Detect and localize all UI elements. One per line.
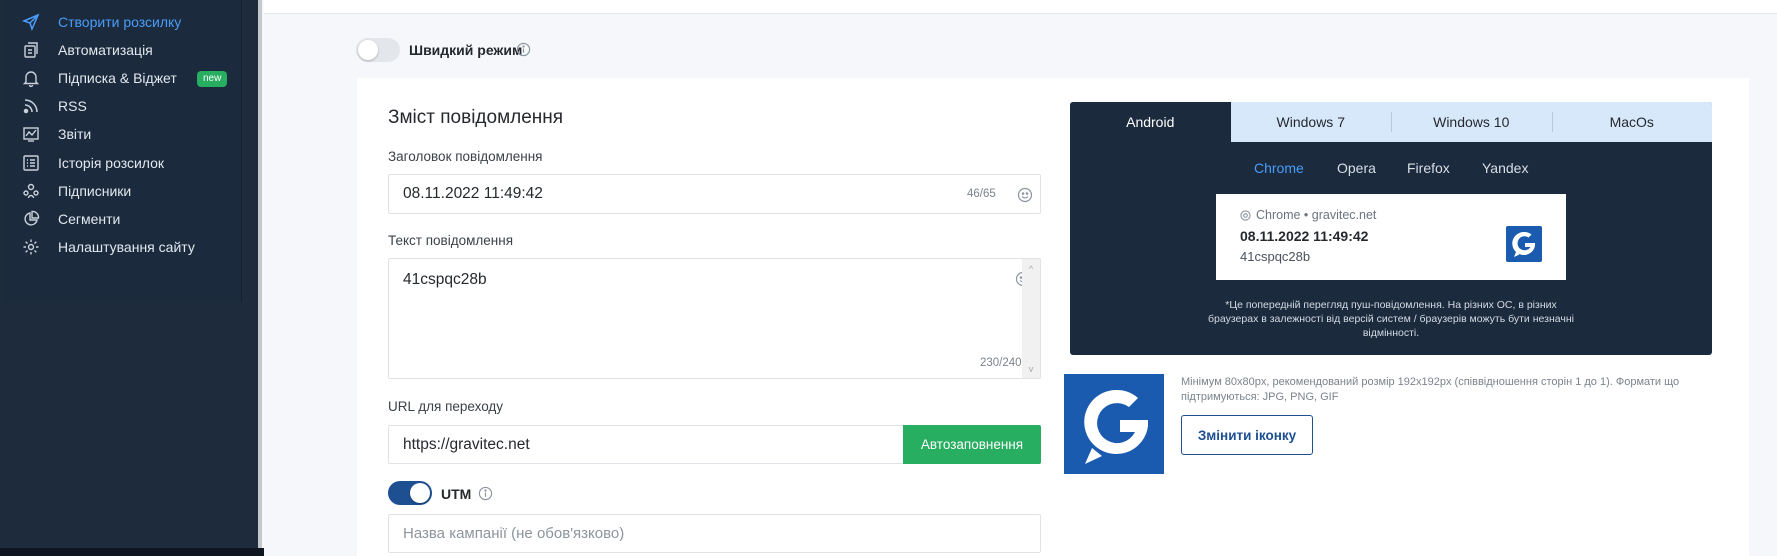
tab-windows-7[interactable]: Windows 7 — [1231, 102, 1392, 142]
utm-label: UTM — [441, 486, 472, 502]
chrome-icon — [1240, 209, 1251, 221]
title-value: 08.11.2022 11:49:42 — [403, 185, 543, 202]
tab-android[interactable]: Android — [1070, 102, 1231, 142]
sidebar-item-label: Сегменти — [58, 211, 121, 227]
reports-icon — [22, 125, 40, 143]
automation-icon — [22, 41, 40, 59]
sidebar-menu: Створити розсилку Автоматизація Підписка… — [4, 0, 242, 302]
url-input[interactable]: https://gravitec.net — [388, 425, 904, 464]
new-badge: new — [197, 71, 228, 87]
sidebar-item-label: Підписники — [58, 183, 132, 199]
title-counter: 46/65 — [967, 188, 996, 200]
push-preview: Android Windows 7 Windows 10 MacOs Chrom… — [1070, 102, 1712, 355]
change-icon-button[interactable]: Змінити іконку — [1181, 415, 1313, 455]
preview-note: *Це попередній перегляд пуш-повідомлення… — [1208, 299, 1574, 339]
sidebar-item-reports[interactable]: Звіти — [4, 118, 242, 150]
url-value: https://gravitec.net — [403, 436, 530, 453]
bell-icon — [22, 69, 40, 87]
sidebar-scrollbar[interactable] — [258, 0, 262, 548]
notification-title: 08.11.2022 11:49:42 — [1240, 228, 1369, 244]
notification-body: 41cspqc28b — [1240, 249, 1311, 264]
scroll-down-icon[interactable]: v — [1026, 365, 1036, 374]
rss-icon — [22, 97, 40, 115]
textarea-scrollbar[interactable]: ^ v — [1022, 259, 1040, 378]
sidebar-item-label: Створити розсилку — [58, 14, 182, 30]
sidebar-item-site-settings[interactable]: Налаштування сайту — [4, 231, 242, 263]
emoji-icon[interactable] — [1017, 187, 1033, 203]
sidebar-item-label: Автоматизація — [58, 42, 153, 58]
sidebar-item-label: RSS — [58, 98, 87, 114]
notification-preview: Chrome • gravitec.net 08.11.2022 11:49:4… — [1216, 194, 1566, 280]
settings-icon — [22, 238, 40, 256]
scroll-up-icon[interactable]: ^ — [1026, 265, 1036, 274]
info-icon[interactable] — [516, 42, 531, 57]
info-icon[interactable] — [478, 486, 493, 501]
fast-mode-label: Швидкий режим — [409, 42, 523, 58]
campaign-placeholder: Назва кампанії (не обов'язково) — [403, 525, 625, 542]
autofill-button[interactable]: Автозаповнення — [903, 425, 1041, 464]
sidebar-item-label: Історія розсилок — [58, 155, 165, 171]
os-tabs: Android Windows 7 Windows 10 MacOs — [1070, 102, 1712, 142]
campaign-input[interactable]: Назва кампанії (не обов'язково) — [388, 514, 1041, 553]
tab-macos[interactable]: MacOs — [1551, 102, 1713, 142]
tab-chrome[interactable]: Chrome — [1254, 160, 1304, 176]
icon-hint: Мінімум 80x80px, рекомендований розмір 1… — [1181, 376, 1680, 403]
title-label: Заголовок повідомлення — [388, 149, 543, 164]
tab-opera[interactable]: Opera — [1337, 160, 1376, 176]
sidebar-item-label: Налаштування сайту — [58, 239, 195, 255]
text-label: Текст повідомлення — [388, 233, 514, 248]
send-icon — [22, 13, 40, 31]
toggle-knob — [410, 483, 430, 503]
notification-source-text: Chrome • gravitec.net — [1256, 208, 1377, 222]
toggle-knob — [358, 40, 378, 60]
sidebar-item-label: Підписка & Віджет — [58, 70, 177, 86]
tab-yandex[interactable]: Yandex — [1482, 160, 1528, 176]
segments-icon — [22, 210, 40, 228]
fast-mode-toggle[interactable] — [356, 38, 400, 62]
text-textarea[interactable]: 41cspqc28b ^ v 230/240 — [388, 258, 1041, 379]
utm-toggle[interactable] — [388, 481, 432, 505]
sidebar-item-label: Звіти — [58, 126, 92, 142]
url-label: URL для переходу — [388, 399, 504, 414]
gravitec-logo-icon — [1064, 374, 1164, 474]
browser-tabs: Chrome Opera Firefox Yandex — [1070, 160, 1712, 180]
tab-windows-10[interactable]: Windows 10 — [1391, 102, 1552, 142]
sidebar-footer — [0, 548, 264, 556]
subscribers-icon — [22, 182, 40, 200]
tab-firefox[interactable]: Firefox — [1407, 160, 1450, 176]
history-icon — [22, 154, 40, 172]
text-counter: 230/240 — [980, 357, 1022, 369]
notification-source: Chrome • gravitec.net — [1240, 208, 1376, 222]
title-input[interactable]: 08.11.2022 11:49:42 46/65 — [388, 174, 1041, 214]
text-value: 41cspqc28b — [403, 271, 487, 288]
top-bar — [264, 0, 1777, 14]
sidebar: Створити розсилку Автоматизація Підписка… — [0, 0, 264, 556]
gravitec-logo-icon — [1506, 226, 1542, 262]
section-title: Зміст повідомлення — [388, 107, 564, 128]
